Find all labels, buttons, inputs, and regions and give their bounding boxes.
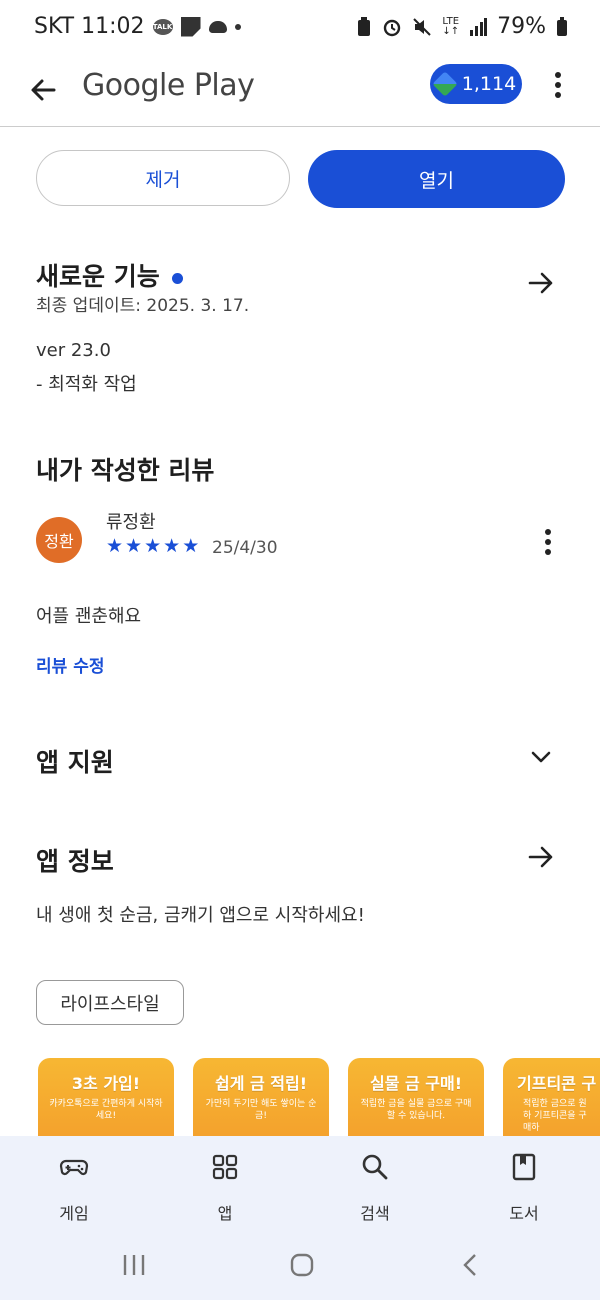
system-navigation-bar (0, 1240, 600, 1290)
category-chip[interactable]: 라이프스타일 (36, 980, 184, 1025)
star-icon: ★ (182, 535, 200, 557)
battery-saver-icon (358, 16, 371, 36)
status-bar: SKT 11:02 TALK LTE ↓↑ 79% (0, 0, 600, 56)
app-support-title[interactable]: 앱 지원 (36, 743, 114, 779)
gamepad-icon (59, 1159, 89, 1176)
recent-apps-icon[interactable] (120, 1252, 148, 1278)
nav-item-games[interactable]: 게임 (24, 1152, 124, 1224)
more-notifications-dot-icon (234, 23, 241, 30)
book-icon (512, 1153, 536, 1181)
app-bar-title: Google Play (82, 68, 255, 103)
review-date: 25/4/30 (212, 538, 278, 558)
back-arrow-icon[interactable] (24, 70, 64, 110)
nav-label-apps: 앱 (217, 1204, 233, 1223)
system-back-icon[interactable] (460, 1252, 480, 1278)
carrier-time: SKT 11:02 (34, 14, 145, 39)
my-review-title: 내가 작성한 리뷰 (36, 456, 215, 485)
review-text: 어플 괜춘해요 (36, 606, 142, 627)
screenshot-title: 쉽게 금 적립! (214, 1074, 308, 1093)
app-info-arrow-icon[interactable] (526, 842, 556, 872)
screenshot-subtitle: 가만히 두기만 해도 쌓이는 순금! (205, 1099, 317, 1121)
play-points-value: 1,114 (461, 73, 517, 95)
star-icon: ★ (106, 535, 124, 557)
version-text: ver 23.0 (36, 340, 111, 361)
star-icon: ★ (163, 535, 181, 557)
open-button[interactable]: 열기 (308, 150, 565, 208)
screenshot-subtitle: 적립한 금으로 원하 기프티콘을 구매하 (523, 1099, 587, 1133)
battery-percent: 79% (497, 14, 546, 39)
whats-new-arrow-icon[interactable] (526, 268, 556, 298)
screenshot-title: 기프티콘 구 (517, 1074, 597, 1093)
chevron-down-icon[interactable] (526, 742, 556, 772)
battery-icon (557, 16, 567, 36)
home-icon[interactable] (289, 1252, 315, 1278)
nav-item-books[interactable]: 도서 (474, 1152, 574, 1224)
update-note: - 최적화 작업 (36, 374, 137, 395)
cloud-icon (208, 20, 227, 33)
alarm-icon (384, 19, 401, 36)
screenshot-subtitle: 적립한 금을 실물 금으로 구매 할 수 있습니다. (360, 1099, 472, 1121)
play-points-button[interactable]: 1,114 (430, 64, 522, 104)
search-icon (362, 1154, 388, 1180)
status-left: SKT 11:02 TALK (34, 14, 241, 39)
screenshot-title: 실물 금 구매! (369, 1074, 463, 1093)
nav-label-search: 검색 (360, 1204, 390, 1223)
app-bar: Google Play 1,114 (0, 56, 600, 127)
signal-icon (470, 17, 488, 36)
apps-grid-icon (212, 1154, 238, 1180)
more-options-icon[interactable] (548, 70, 568, 100)
last-updated: 최종 업데이트: 2025. 3. 17. (36, 296, 250, 316)
nav-label-games: 게임 (59, 1204, 89, 1223)
whats-new-title: 새로운 기능 (36, 262, 160, 291)
star-icon: ★ (144, 535, 162, 557)
kakaotalk-icon: TALK (152, 18, 173, 35)
app-info-title[interactable]: 앱 정보 (36, 842, 114, 878)
nav-label-books: 도서 (509, 1204, 539, 1223)
play-points-icon (432, 71, 458, 97)
edit-review-link[interactable]: 리뷰 수정 (36, 652, 104, 677)
nav-item-search[interactable]: 검색 (325, 1152, 425, 1224)
new-indicator-dot (171, 272, 183, 284)
uninstall-button[interactable]: 제거 (36, 150, 290, 206)
whats-new-heading[interactable]: 새로운 기능 (36, 257, 183, 293)
note-icon (180, 16, 201, 37)
reviewer-name: 류정환 (106, 512, 156, 533)
mute-icon (413, 17, 432, 36)
network-type: LTE ↓↑ (442, 15, 460, 37)
screenshot-title: 3초 가입! (71, 1074, 141, 1093)
review-more-options-icon[interactable] (540, 528, 556, 556)
status-right: LTE ↓↑ 79% (356, 14, 568, 39)
nav-item-apps[interactable]: 앱 (175, 1152, 275, 1224)
app-description: 내 생애 첫 순금, 금캐기 앱으로 시작하세요! (36, 905, 365, 926)
rating-stars: ★ ★ ★ ★ ★ (106, 536, 199, 556)
star-icon: ★ (125, 535, 143, 557)
screenshot-subtitle: 카카오톡으로 간편하게 시작하세요! (49, 1099, 163, 1121)
avatar: 정환 (36, 517, 82, 563)
